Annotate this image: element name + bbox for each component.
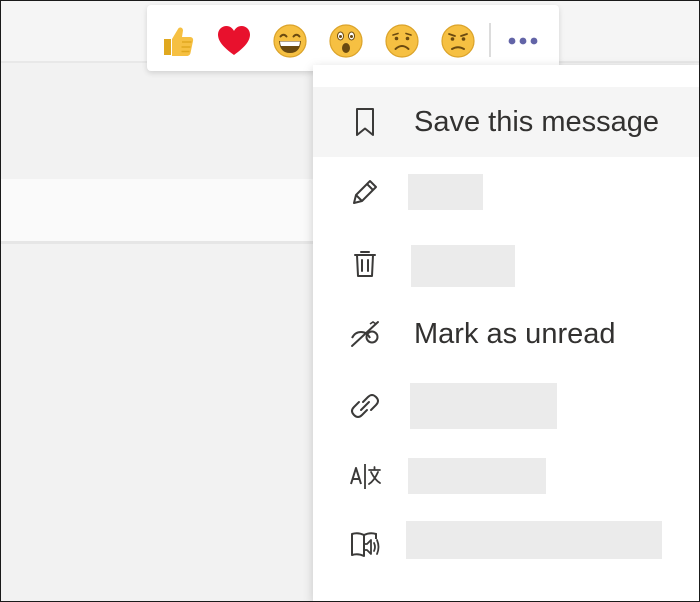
trash-icon: [345, 244, 385, 284]
more-options-button[interactable]: [499, 22, 547, 60]
menu-item-mark-unread[interactable]: Mark as unread: [313, 299, 699, 369]
menu-item-copy-link[interactable]: [313, 371, 699, 441]
menu-item-save-message[interactable]: Save this message: [313, 87, 699, 157]
message-row: [1, 179, 331, 241]
laughing-face-icon: [273, 24, 307, 58]
reaction-angry-button[interactable]: [439, 22, 477, 60]
reaction-sad-button[interactable]: [383, 22, 421, 60]
sad-face-icon: [385, 24, 419, 58]
menu-item-delete[interactable]: [313, 229, 699, 299]
pencil-icon: [345, 172, 385, 212]
link-icon: [345, 386, 385, 426]
reaction-bar: [147, 5, 559, 71]
angry-face-icon: [441, 24, 475, 58]
redacted-label: [411, 245, 515, 287]
immersive-reader-icon: [345, 524, 385, 564]
mark-unread-icon: [345, 314, 385, 354]
reaction-bar-divider: [489, 23, 491, 57]
reaction-surprised-button[interactable]: [327, 22, 365, 60]
surprised-face-icon: [329, 24, 363, 58]
reaction-laugh-button[interactable]: [271, 22, 309, 60]
redacted-label: [410, 383, 557, 429]
message-options-menu: Save this message Mark as unread: [313, 65, 699, 601]
menu-item-edit[interactable]: [313, 157, 699, 227]
menu-item-label: Save this message: [414, 106, 660, 138]
bookmark-icon: [345, 102, 385, 142]
thumbs-up-icon: [164, 27, 194, 56]
app-frame: Save this message Mark as unread: [0, 0, 700, 602]
translate-icon: [345, 456, 385, 496]
redacted-label: [408, 174, 483, 210]
menu-item-immersive-reader[interactable]: [313, 509, 699, 579]
reaction-like-button[interactable]: [159, 22, 197, 60]
heart-icon: [218, 26, 250, 55]
more-options-icon: [508, 37, 538, 45]
divider: [1, 241, 331, 244]
redacted-label: [408, 458, 546, 494]
reaction-heart-button[interactable]: [215, 22, 253, 60]
menu-item-label: Mark as unread: [414, 318, 616, 350]
menu-item-translate[interactable]: [313, 441, 699, 511]
redacted-label: [406, 521, 662, 559]
